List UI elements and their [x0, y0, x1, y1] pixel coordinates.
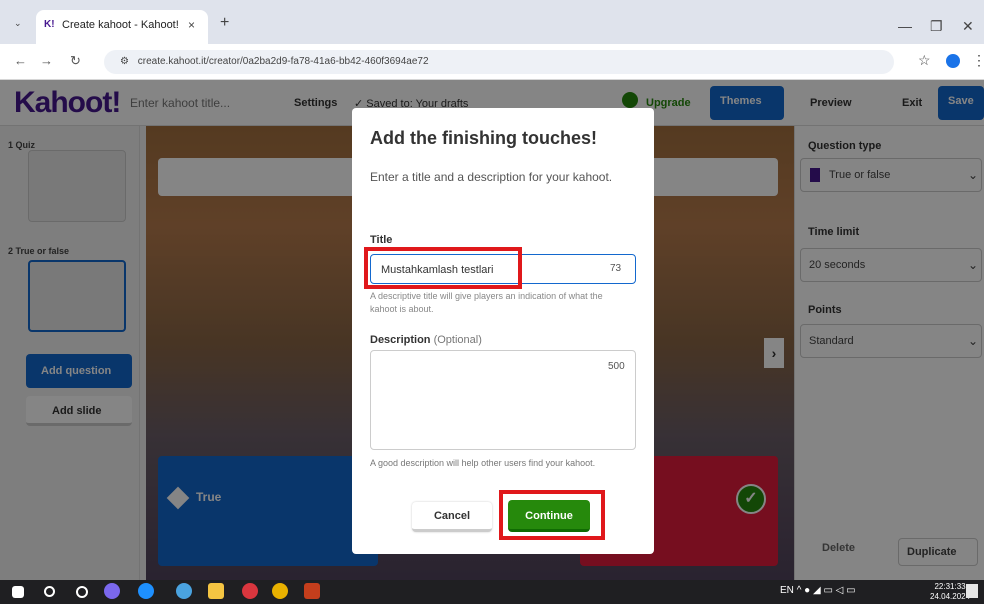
- forward-icon[interactable]: →: [40, 53, 53, 68]
- windows-start-icon[interactable]: [12, 586, 24, 598]
- edge-icon[interactable]: [138, 583, 154, 599]
- url-text: create.kahoot.it/creator/0a2ba2d9-fa78-4…: [137, 56, 429, 67]
- minimize-icon[interactable]: —: [898, 18, 912, 34]
- back-icon[interactable]: ←: [14, 53, 27, 68]
- dialog-subtitle: Enter a title and a description for your…: [370, 170, 613, 184]
- system-tray[interactable]: EN ^ ● ◢ ▭ ◁ ▭: [780, 585, 856, 596]
- tab-close-icon[interactable]: ×: [188, 18, 195, 32]
- search-icon[interactable]: [44, 586, 55, 597]
- title-char-count: 73: [610, 263, 622, 274]
- description-char-count: 500: [608, 361, 625, 372]
- task-view-icon[interactable]: [76, 586, 88, 598]
- clock-date: 24.04.2024: [930, 592, 971, 601]
- file-explorer-icon[interactable]: [208, 583, 224, 599]
- highlight-box-title: [364, 247, 522, 289]
- powerpoint-icon[interactable]: [304, 583, 320, 599]
- title-help-text: A descriptive title will give players an…: [370, 291, 603, 314]
- clock-time: 22:31:33: [934, 582, 966, 591]
- title-field-label: Title: [370, 234, 393, 246]
- profile-avatar[interactable]: [946, 54, 960, 68]
- highlight-box-continue: [499, 490, 605, 540]
- description-field-label: Description (Optional): [370, 334, 482, 346]
- browser-tab[interactable]: K! Create kahoot - Kahoot! ×: [36, 10, 208, 44]
- url-field[interactable]: ⚙ create.kahoot.it/creator/0a2ba2d9-fa78…: [104, 50, 894, 74]
- optional-label: (Optional): [433, 334, 482, 346]
- taskbar-clock[interactable]: 22:31:33 24.04.2024: [930, 582, 970, 602]
- tab-title: Create kahoot - Kahoot!: [62, 19, 179, 31]
- tab-search-icon[interactable]: ⌄: [14, 18, 22, 29]
- notification-icon[interactable]: [966, 584, 978, 598]
- description-help-text: A good description will help other users…: [370, 458, 596, 468]
- bookmark-star-icon[interactable]: ☆: [918, 52, 931, 69]
- language-indicator: EN: [780, 585, 794, 596]
- description-label-text: Description: [370, 334, 431, 346]
- app-icon[interactable]: [104, 583, 120, 599]
- app-icon[interactable]: [176, 583, 192, 599]
- restore-icon[interactable]: ❐: [930, 18, 943, 35]
- cancel-button[interactable]: Cancel: [412, 502, 492, 532]
- dialog-title: Add the finishing touches!: [370, 128, 597, 148]
- description-textarea[interactable]: [370, 350, 636, 450]
- app-icon[interactable]: [242, 583, 258, 599]
- browser-menu-icon[interactable]: ⋮: [972, 52, 984, 69]
- tray-icons: ^ ● ◢ ▭ ◁ ▭: [796, 585, 856, 596]
- site-info-icon[interactable]: ⚙: [120, 56, 129, 67]
- new-tab-icon[interactable]: +: [220, 14, 229, 32]
- kahoot-favicon-icon: K!: [44, 19, 55, 30]
- reload-icon[interactable]: ↻: [70, 53, 81, 69]
- chrome-icon[interactable]: [272, 583, 288, 599]
- window-close-icon[interactable]: ✕: [962, 18, 974, 35]
